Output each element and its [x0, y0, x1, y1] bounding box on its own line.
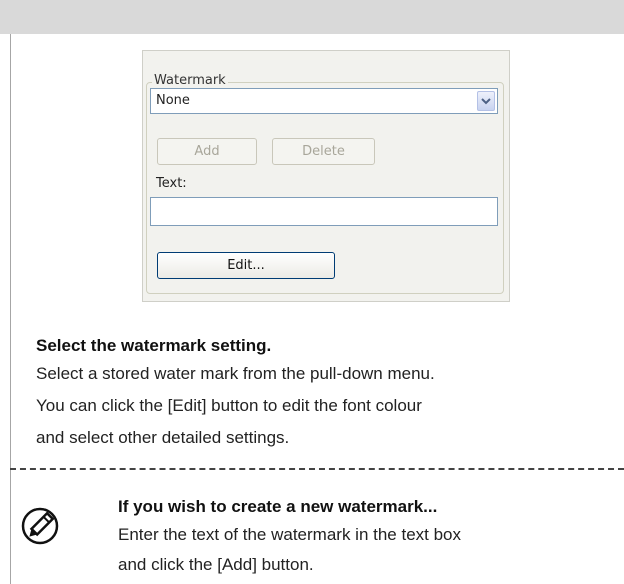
instruction-line-3: and select other detailed settings.: [36, 428, 290, 447]
edit-button[interactable]: Edit...: [157, 252, 335, 279]
delete-button[interactable]: Delete: [272, 138, 375, 165]
step-heading: Select the watermark setting.: [36, 336, 272, 355]
text-field-label: Text:: [156, 176, 187, 191]
watermark-text-input[interactable]: [150, 197, 498, 226]
watermark-select-value: None: [156, 93, 190, 108]
pencil-icon: [20, 506, 60, 546]
section-divider: [10, 468, 624, 470]
instruction-line-2: You can click the [Edit] button to edit …: [36, 396, 422, 415]
note-line-1: Enter the text of the watermark in the t…: [118, 525, 462, 544]
note-line-2: and click the [Add] button.: [118, 555, 314, 574]
chevron-down-icon[interactable]: [477, 91, 495, 111]
top-header-bar: [0, 0, 624, 34]
add-button[interactable]: Add: [157, 138, 257, 165]
note-title: If you wish to create a new watermark...: [118, 497, 438, 516]
watermark-group-label: Watermark: [152, 73, 228, 88]
instruction-line-1: Select a stored water mark from the pull…: [36, 364, 435, 383]
watermark-select[interactable]: None: [150, 88, 498, 114]
